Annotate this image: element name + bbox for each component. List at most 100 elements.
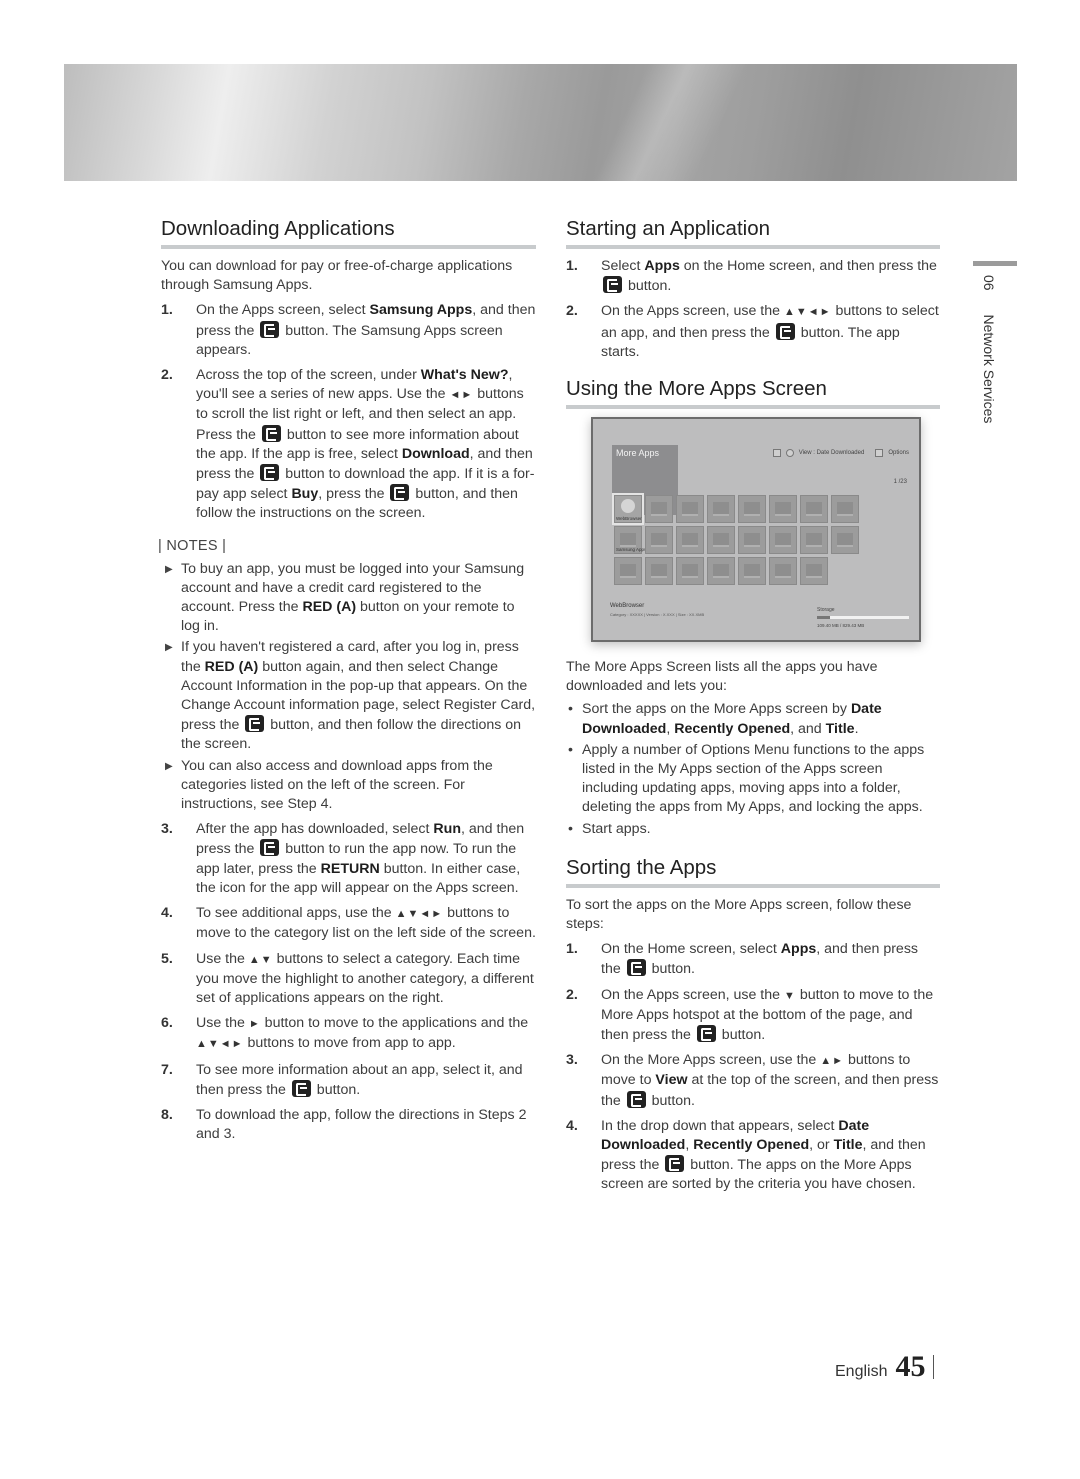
app-tile[interactable] — [769, 526, 797, 555]
text: On the Apps screen, use the — [601, 986, 784, 1003]
page-number: 45 — [895, 1350, 926, 1383]
app-tile[interactable] — [800, 557, 828, 586]
sorting-steps: 1. On the Home screen, select Apps, and … — [566, 940, 940, 1194]
text: button. — [717, 1027, 766, 1044]
note-item: ▶ You can also access and download apps … — [161, 757, 536, 815]
step-number: 3. — [566, 1052, 578, 1069]
app-tile-selected[interactable]: WebBrowser — [612, 493, 644, 526]
enter-button-icon — [696, 1025, 716, 1043]
empty-slot — [831, 557, 859, 585]
app-tile[interactable] — [707, 526, 735, 555]
chapter-tab-bar — [973, 261, 1017, 266]
storage-bar-fill — [817, 616, 830, 620]
text: button to move to the applications and t… — [260, 1015, 529, 1032]
app-tile[interactable] — [645, 557, 673, 586]
step-number: 5. — [161, 950, 173, 967]
enter-button-icon — [626, 1090, 646, 1108]
text: . — [854, 720, 859, 737]
note-bullet-icon: ▶ — [165, 642, 173, 654]
app-tile[interactable] — [738, 526, 766, 555]
app-tile[interactable] — [676, 495, 704, 524]
user-icon[interactable] — [772, 449, 781, 458]
bullet-dot: • — [568, 820, 573, 837]
storage-bar — [817, 616, 909, 620]
enter-button-icon — [260, 839, 280, 857]
text: , or — [809, 1137, 834, 1154]
list-item: 2. Across the top of the screen, under W… — [161, 366, 536, 524]
options-icon[interactable] — [875, 449, 884, 458]
app-tile[interactable]: Samsung Apps — [614, 526, 646, 555]
step-number: 6. — [161, 1015, 173, 1032]
text: To see additional apps, use the — [196, 905, 396, 922]
app-tile[interactable] — [831, 526, 859, 555]
app-tile[interactable] — [738, 557, 766, 586]
four-way-arrows-icon: ▲▼◄► — [395, 908, 444, 921]
bold-text: Recently Opened — [674, 720, 791, 737]
right-arrow-icon: ► — [248, 1018, 261, 1031]
selected-app-name: WebBrowser — [610, 603, 645, 610]
step-number: 1. — [566, 941, 578, 958]
note-bullet-icon: ▶ — [165, 760, 173, 772]
options-label[interactable]: Options — [888, 450, 909, 456]
bold-text: RED (A) — [302, 599, 357, 616]
bold-text: Title — [833, 1137, 863, 1154]
app-tile[interactable] — [707, 557, 735, 586]
app-tile[interactable] — [738, 495, 766, 524]
text: , and — [790, 720, 826, 737]
bold-text: Run — [433, 821, 461, 838]
text: Use the — [196, 1015, 249, 1032]
text: In the drop down that appears, select — [601, 1117, 839, 1134]
app-tile[interactable] — [645, 495, 673, 524]
text: Apply a number of Options Menu functions… — [582, 741, 925, 816]
text: button. — [647, 1092, 696, 1109]
section-title-starting: Starting an Application — [566, 216, 940, 249]
list-item: 2. On the Apps screen, use the ▲▼◄► butt… — [566, 302, 940, 362]
text: After the app has downloaded, select — [196, 821, 434, 838]
up-right-arrows-icon: ▲► — [820, 1055, 845, 1068]
text: button. — [312, 1081, 361, 1098]
left-right-arrows-icon: ◄► — [449, 389, 474, 402]
app-tile[interactable] — [707, 495, 735, 524]
more-apps-screenshot: More Apps View : Date Downloaded Options… — [591, 417, 921, 643]
bullet-dot: • — [568, 741, 573, 758]
downloading-steps-continued: 3. After the app has downloaded, select … — [161, 820, 536, 1144]
text: On the More Apps screen, use the — [601, 1052, 821, 1069]
step-number: 4. — [566, 1117, 578, 1134]
app-tile[interactable] — [769, 557, 797, 586]
bold-text: What's New? — [420, 367, 509, 384]
app-tile[interactable] — [831, 495, 859, 524]
bold-text: Recently Opened — [693, 1137, 810, 1154]
app-tile[interactable] — [676, 557, 704, 586]
notes-heading: | NOTES | — [158, 537, 227, 554]
bold-text: Samsung Apps — [369, 302, 473, 319]
app-tile[interactable] — [800, 495, 828, 524]
step-number: 7. — [161, 1061, 173, 1078]
text: buttons to move from app to app. — [243, 1035, 456, 1052]
enter-button-icon — [260, 464, 280, 482]
app-tile[interactable] — [645, 526, 673, 555]
enter-button-icon — [291, 1079, 311, 1097]
list-item: 1. On the Home screen, select Apps, and … — [566, 940, 940, 979]
text: button. — [624, 278, 672, 295]
enter-button-icon — [665, 1155, 685, 1173]
text: To download the app, follow the directio… — [196, 1106, 527, 1143]
app-tile[interactable] — [676, 526, 704, 555]
enter-button-icon — [603, 276, 622, 294]
enter-button-icon — [775, 322, 795, 340]
view-label[interactable]: View : Date Downloaded — [799, 450, 865, 456]
app-tile-label: WebBrowser — [616, 516, 642, 522]
list-item: 6. Use the ► button to move to the appli… — [161, 1014, 536, 1054]
more-apps-bullets: • Sort the apps on the More Apps screen … — [566, 700, 940, 838]
enter-button-icon — [390, 484, 410, 502]
list-item: 8. To download the app, follow the direc… — [161, 1106, 536, 1144]
view-icon[interactable] — [785, 449, 794, 458]
bullet-item: • Apply a number of Options Menu functio… — [566, 741, 940, 818]
downloading-steps: 1. On the Apps screen, select Samsung Ap… — [161, 301, 536, 523]
app-tile[interactable] — [769, 495, 797, 524]
list-item: 3. After the app has downloaded, select … — [161, 820, 536, 898]
right-column: Starting an Application 1. Select Apps o… — [566, 216, 940, 1201]
bold-text: Apps — [644, 258, 680, 274]
app-tile[interactable] — [800, 526, 828, 555]
app-tile[interactable] — [614, 557, 642, 586]
sorting-intro: To sort the apps on the More Apps screen… — [566, 896, 912, 933]
